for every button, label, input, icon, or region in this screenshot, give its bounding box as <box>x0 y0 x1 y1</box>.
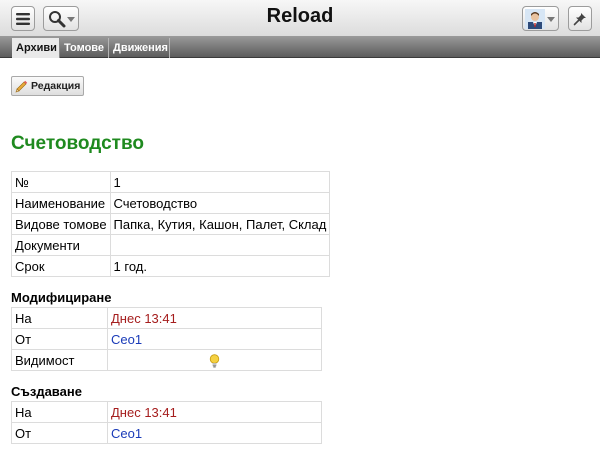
field-value <box>109 234 331 256</box>
created-table: На Днес 13:41 От Ceo1 <box>11 401 322 444</box>
modified-by-cell: Ceo1 <box>107 328 322 350</box>
edit-button-label: Редакция <box>31 80 81 92</box>
chevron-down-icon <box>547 17 555 22</box>
field-value: 1 год. <box>109 255 331 277</box>
tab-archives[interactable]: Архиви <box>12 38 60 58</box>
field-label: От <box>11 422 108 444</box>
edit-button[interactable]: Редакция <box>11 76 84 96</box>
table-row: Документи <box>11 234 331 256</box>
visibility-cell <box>107 349 322 371</box>
field-value: 1 <box>109 171 331 193</box>
field-label: От <box>11 328 108 350</box>
table-row: Срок 1 год. <box>11 255 331 277</box>
app-title: Reload <box>266 5 334 27</box>
field-label: Видимост <box>11 349 108 371</box>
table-row: Видимост <box>11 349 322 371</box>
table-row: № 1 <box>11 171 331 193</box>
user-avatar-icon <box>525 8 545 29</box>
field-value: Папка, Кутия, Кашон, Палет, Склад <box>109 213 331 235</box>
created-by-cell: Ceo1 <box>107 422 322 444</box>
created-by-user-link[interactable]: Ceo1 <box>111 426 142 441</box>
field-label: Видове томове <box>11 213 111 235</box>
field-label: № <box>11 171 111 193</box>
tab-volumes[interactable]: Томове <box>60 38 109 58</box>
field-label: На <box>11 307 108 329</box>
tab-bar: Архиви Томове Движения <box>0 36 600 58</box>
field-label: На <box>11 401 108 423</box>
table-row: На Днес 13:41 <box>11 307 322 329</box>
user-menu-button[interactable] <box>522 6 559 31</box>
table-row: От Ceo1 <box>11 328 322 350</box>
table-row: Наименование Счетоводство <box>11 192 331 214</box>
record-properties-table: № 1 Наименование Счетоводство Видове том… <box>11 171 331 277</box>
field-label: Наименование <box>11 192 111 214</box>
pin-button[interactable] <box>568 6 592 31</box>
modified-table: На Днес 13:41 От Ceo1 Видимост <box>11 307 322 371</box>
modified-date: Днес 13:41 <box>107 307 322 329</box>
top-bar: Reload <box>0 0 600 36</box>
page-title: Счетоводство <box>11 133 144 154</box>
tab-movements[interactable]: Движения <box>109 38 170 58</box>
pencil-icon <box>15 80 28 92</box>
lightbulb-icon[interactable] <box>209 354 220 368</box>
created-date: Днес 13:41 <box>107 401 322 423</box>
pin-icon <box>573 12 586 25</box>
created-section-title: Създаване <box>11 384 82 399</box>
field-label: Срок <box>11 255 111 277</box>
modified-by-user-link[interactable]: Ceo1 <box>111 332 142 347</box>
modified-section-title: Модифициране <box>11 290 112 305</box>
table-row: От Ceo1 <box>11 422 322 444</box>
table-row: На Днес 13:41 <box>11 401 322 423</box>
field-label: Документи <box>11 234 111 256</box>
field-value: Счетоводство <box>109 192 331 214</box>
table-row: Видове томове Папка, Кутия, Кашон, Палет… <box>11 213 331 235</box>
